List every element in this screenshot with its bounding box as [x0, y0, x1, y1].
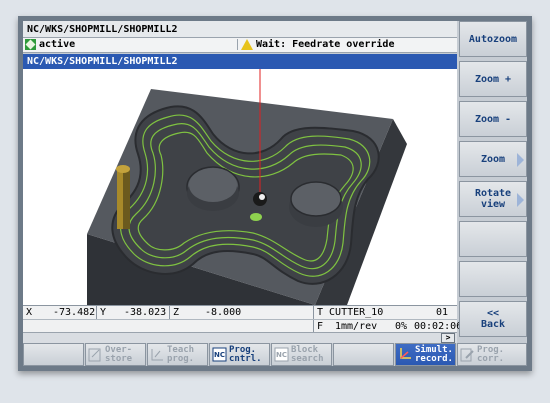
y-axis-label: Y	[100, 307, 107, 318]
horizontal-softkey-6[interactable]	[333, 343, 394, 366]
prog-cntrl-button[interactable]: NC Prog. cntrl.	[209, 343, 270, 366]
warning-icon	[241, 39, 253, 50]
autozoom-button[interactable]: Autozoom	[459, 21, 527, 57]
empty-softkey-6[interactable]	[459, 221, 527, 257]
svg-text:NC: NC	[214, 351, 225, 359]
block-search-button[interactable]: NC Block search	[271, 343, 332, 366]
simulation-viewport[interactable]	[23, 69, 457, 305]
edit-icon	[460, 348, 474, 362]
simult-record-button[interactable]: Simult. record.	[395, 343, 456, 366]
hmi-screen: NC/WKS/SHOPMILL/SHOPMILL2 active Wait: F…	[23, 21, 527, 366]
zoom-button[interactable]: Zoom	[459, 141, 527, 177]
more-softkeys-button[interactable]: >	[441, 333, 455, 343]
prog-corr-button[interactable]: Prog. corr.	[457, 343, 527, 366]
nc-icon: NC	[212, 347, 227, 362]
override-value: 0%	[395, 321, 408, 332]
tool-edge: 01	[436, 307, 449, 318]
feed-label: F	[317, 321, 324, 332]
tool-name: T CUTTER_10	[317, 307, 384, 318]
empty-softkey-7[interactable]	[459, 261, 527, 297]
machining-time: 00:02:06	[414, 321, 463, 332]
x-axis-value: -73.482	[53, 307, 96, 318]
axis-position-row: X -73.482 Y -38.023 Z -8.000 T CUTTER_10…	[23, 305, 457, 319]
program-path: NC/WKS/SHOPMILL/SHOPMILL2	[23, 21, 457, 38]
workpiece-3d-view	[87, 69, 407, 305]
channel-status-text: active	[39, 39, 76, 50]
back-arrow-icon: <<	[486, 308, 500, 319]
x-axis-label: X	[26, 307, 33, 318]
y-axis-value: -38.023	[124, 307, 167, 318]
window-title: NC/WKS/SHOPMILL/SHOPMILL2	[23, 54, 457, 69]
feed-row: F 1mm/rev 0% 00:02:06	[23, 319, 462, 332]
active-status-icon	[25, 39, 36, 50]
zoom-in-button[interactable]: Zoom +	[459, 61, 527, 97]
rotate-view-button[interactable]: Rotate view	[459, 181, 527, 217]
nc-icon: NC	[274, 347, 289, 362]
teach-icon	[151, 349, 163, 361]
svg-text:NC: NC	[276, 351, 287, 359]
softkey-extension-bar: >	[23, 332, 457, 343]
submenu-arrow-icon	[517, 153, 524, 167]
alarm-text: Wait: Feedrate override	[256, 39, 395, 50]
channel-status: active	[25, 39, 75, 50]
overstore-icon	[88, 348, 101, 362]
monitor-frame: NC/WKS/SHOPMILL/SHOPMILL2 active Wait: F…	[18, 16, 532, 371]
back-button[interactable]: << Back	[459, 301, 527, 337]
channel-status-bar: active Wait: Feedrate override	[23, 38, 457, 53]
submenu-arrow-icon	[517, 193, 524, 207]
simulation-icon	[400, 348, 411, 359]
teach-prog-button[interactable]: Teach prog.	[147, 343, 208, 366]
feed-value: 1mm/rev	[335, 321, 378, 332]
alarm-message: Wait: Feedrate override	[237, 39, 394, 50]
z-axis-value: -8.000	[205, 307, 242, 318]
z-axis-label: Z	[173, 307, 180, 318]
horizontal-softkey-1[interactable]	[23, 343, 84, 366]
overstore-button[interactable]: Over-store	[85, 343, 146, 366]
zoom-out-button[interactable]: Zoom -	[459, 101, 527, 137]
